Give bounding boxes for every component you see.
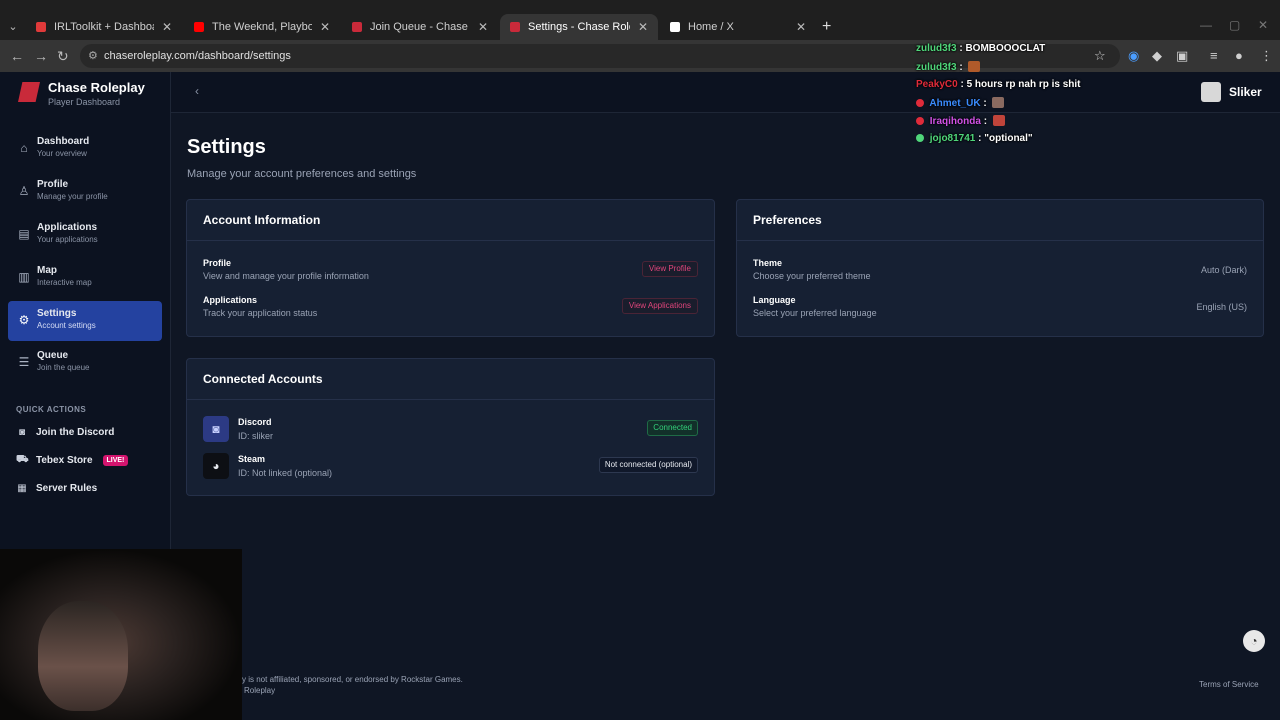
- tab-favicon-icon: [36, 22, 46, 32]
- browser-tab[interactable]: Home / X ✕: [660, 14, 816, 40]
- sidebar-item-applications[interactable]: ▤ Applications Your applications: [8, 215, 162, 255]
- chat-message: zulud3f3 :: [916, 61, 981, 75]
- gear-icon: ⚙: [18, 313, 30, 327]
- discord-icon: ◙: [18, 426, 26, 438]
- cart-icon: ⛟: [16, 453, 29, 465]
- footer-disclaimer: y is not affiliated, sponsored, or endor…: [242, 675, 463, 684]
- map-icon: ▥: [18, 270, 30, 284]
- tab-close-icon[interactable]: ✕: [478, 20, 488, 34]
- browser-tab[interactable]: IRLToolkit + Dashboard ✕: [26, 14, 182, 40]
- media-control-icon[interactable]: ≡: [1210, 48, 1218, 63]
- theme-value[interactable]: Auto (Dark): [1201, 265, 1247, 275]
- tab-favicon-icon: [510, 22, 520, 32]
- join-discord-link[interactable]: ◙ Join the Discord: [16, 424, 114, 440]
- list-icon: ☰: [18, 355, 30, 369]
- tab-close-icon[interactable]: ✕: [162, 20, 172, 34]
- not-connected-status-badge: Not connected (optional): [598, 457, 698, 473]
- page-subtitle: Manage your account preferences and sett…: [187, 168, 417, 180]
- tab-close-icon[interactable]: ✕: [320, 20, 330, 34]
- extension-icon[interactable]: ◉: [1128, 48, 1139, 64]
- site-info-icon[interactable]: ⚙: [88, 49, 98, 62]
- chat-message: Iraqihonda :: [916, 115, 1005, 129]
- chat-message: Ahmet_UK :: [916, 97, 1005, 111]
- chat-message: zulud3f3 : BOMBOOOCLAT: [916, 43, 1046, 54]
- maximize-icon[interactable]: ▢: [1229, 18, 1240, 32]
- discord-icon: ◙: [203, 416, 229, 442]
- preferences-card: Preferences Theme Choose your preferred …: [736, 199, 1264, 337]
- language-value[interactable]: English (US): [1196, 302, 1247, 312]
- user-icon: ♙: [18, 184, 30, 198]
- sidebar-item-queue[interactable]: ☰ Queue Join the queue: [8, 343, 162, 383]
- brand-name: Chase Roleplay: [48, 80, 145, 95]
- chase-logo-icon: [18, 82, 40, 102]
- view-profile-button[interactable]: View Profile: [641, 261, 698, 277]
- badge-icon: [916, 99, 924, 107]
- forward-arrow-icon[interactable]: →: [34, 48, 48, 64]
- webcam-person: [38, 601, 128, 711]
- tab-search-chevron-icon[interactable]: ⌄: [4, 18, 22, 36]
- webcam-overlay: [0, 549, 242, 720]
- home-icon: ⌂: [20, 141, 28, 155]
- terms-of-service-link[interactable]: Terms of Service: [1199, 680, 1259, 689]
- emote-icon: [992, 115, 1005, 126]
- top-bar: ‹ Sliker: [171, 72, 1280, 113]
- page-title: Settings: [187, 136, 266, 158]
- user-name[interactable]: Sliker: [1229, 85, 1262, 99]
- address-toolbar: ← → ↻ ⚙ chaseroleplay.com/dashboard/sett…: [0, 40, 1280, 72]
- view-applications-button[interactable]: View Applications: [621, 298, 698, 314]
- x-favicon-icon: [670, 22, 680, 32]
- emote-icon: [968, 61, 981, 72]
- avatar[interactable]: [1201, 82, 1221, 102]
- quick-actions-heading: QUICK ACTIONS: [16, 405, 87, 414]
- emote-icon: [992, 97, 1005, 108]
- connected-status-badge: Connected: [647, 420, 698, 436]
- tab-close-icon[interactable]: ✕: [638, 20, 648, 34]
- browser-tab[interactable]: Join Queue - Chase Roleplay ✕: [342, 14, 498, 40]
- server-rules-link[interactable]: ▦ Server Rules: [16, 480, 97, 496]
- close-window-icon[interactable]: ✕: [1258, 18, 1268, 32]
- new-tab-icon[interactable]: +: [822, 18, 831, 36]
- bookmark-star-icon[interactable]: ☆: [1094, 48, 1106, 64]
- steam-icon: ◕: [203, 453, 229, 479]
- account-information-card: Account Information Profile View and man…: [186, 199, 715, 337]
- tebex-store-link[interactable]: ⛟ Tebex Store LIVE!: [16, 452, 129, 468]
- live-badge: LIVE!: [102, 454, 129, 466]
- browser-tab-active[interactable]: Settings - Chase Roleplay ✕: [500, 14, 658, 40]
- card-header: Account Information: [187, 200, 714, 241]
- badge-icon: [916, 134, 924, 142]
- document-icon: ▤: [18, 227, 30, 241]
- browser-tab-bar: ⌄ IRLToolkit + Dashboard ✕ The Weeknd, P…: [0, 0, 1280, 40]
- card-header: Connected Accounts: [187, 359, 714, 400]
- chat-message: jojo81741 : "optional": [916, 133, 1033, 147]
- collapse-sidebar-chevron-icon[interactable]: ‹: [195, 84, 199, 98]
- youtube-favicon-icon: [194, 22, 204, 32]
- connected-accounts-card: Connected Accounts ◙ Discord ID: sliker …: [186, 358, 715, 496]
- tab-close-icon[interactable]: ✕: [796, 20, 806, 34]
- url-text: chaseroleplay.com/dashboard/settings: [104, 50, 291, 62]
- browser-tab[interactable]: The Weeknd, Playboi Carti - Tin ✕: [184, 14, 340, 40]
- sidebar-item-dashboard[interactable]: ⌂ Dashboard Your overview: [8, 129, 162, 169]
- extensions-puzzle-icon[interactable]: ▣: [1176, 48, 1188, 64]
- back-arrow-icon[interactable]: ←: [10, 48, 24, 64]
- sidebar-item-settings[interactable]: ⚙ Settings Account settings: [8, 301, 162, 341]
- cookie-settings-icon[interactable]: ◔: [1243, 630, 1265, 652]
- browser-profile-icon[interactable]: ●: [1235, 48, 1243, 63]
- sidebar-item-profile[interactable]: ♙ Profile Manage your profile: [8, 172, 162, 212]
- footer-copyright: Roleplay: [244, 686, 276, 695]
- minimize-icon[interactable]: —: [1200, 18, 1212, 32]
- reload-icon[interactable]: ↻: [57, 48, 69, 65]
- brand-subtitle: Player Dashboard: [48, 97, 121, 107]
- card-header: Preferences: [737, 200, 1263, 241]
- sidebar-item-map[interactable]: ▥ Map Interactive map: [8, 258, 162, 298]
- chat-message: PeakyC0 : 5 hours rp nah rp is shit: [916, 79, 1081, 90]
- tab-favicon-icon: [352, 22, 362, 32]
- extension-icon[interactable]: ◆: [1152, 48, 1162, 64]
- browser-menu-icon[interactable]: ⋮: [1260, 48, 1273, 64]
- badge-icon: [916, 117, 924, 125]
- rules-icon: ▦: [17, 482, 27, 494]
